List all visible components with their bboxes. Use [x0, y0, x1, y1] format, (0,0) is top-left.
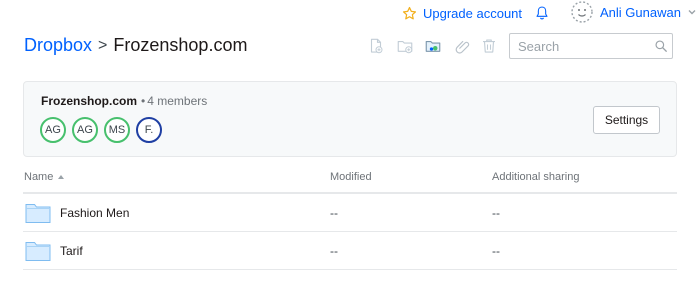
shared-folder-icon[interactable] — [424, 37, 442, 55]
file-name[interactable]: Tarif — [60, 244, 83, 258]
link-icon[interactable] — [453, 37, 471, 55]
folder-icon — [25, 204, 51, 223]
member-avatar[interactable]: AG — [40, 117, 66, 143]
table-row[interactable]: Tarif -- -- — [23, 232, 677, 270]
column-label: Name — [24, 171, 54, 183]
column-header-modified: Modified — [330, 171, 372, 183]
breadcrumb-root-link[interactable]: Dropbox — [24, 35, 92, 56]
member-avatar[interactable]: AG — [72, 117, 98, 143]
user-name: Anli Gunawan — [600, 4, 681, 20]
user-menu[interactable]: Anli Gunawan — [570, 0, 697, 24]
folder-members-panel: Frozenshop.com • 4 members AG AG MS F. Set… — [23, 81, 677, 157]
avatar — [571, 1, 593, 23]
members-count: 4 members — [147, 94, 208, 108]
file-name[interactable]: Fashion Men — [60, 206, 129, 220]
upgrade-account-link[interactable]: Upgrade account — [402, 4, 522, 22]
folder-info: Frozenshop.com • 4 members — [41, 94, 207, 108]
sort-ascending-icon — [58, 175, 65, 179]
new-folder-icon[interactable] — [396, 37, 414, 55]
modified-value: -- — [330, 244, 338, 258]
sharing-value: -- — [492, 244, 500, 258]
star-icon — [402, 6, 417, 19]
separator-dot: • — [141, 94, 146, 108]
settings-button[interactable]: Settings — [593, 106, 660, 134]
folder-name: Frozenshop.com — [41, 94, 138, 108]
search-icon[interactable] — [654, 39, 668, 53]
notifications-bell-icon[interactable] — [534, 4, 550, 22]
folder-icon — [25, 242, 51, 261]
sharing-value: -- — [492, 206, 500, 220]
upload-file-icon[interactable] — [367, 37, 385, 55]
delete-icon[interactable] — [480, 37, 498, 55]
search-input[interactable] — [516, 37, 650, 55]
member-avatar[interactable]: F. — [136, 117, 162, 143]
breadcrumb-separator: > — [98, 36, 108, 54]
member-avatars: AG AG MS F. — [40, 117, 162, 143]
upgrade-label: Upgrade account — [423, 5, 523, 21]
breadcrumb: Dropbox > Frozenshop.com — [24, 35, 247, 56]
column-header-name[interactable]: Name — [24, 171, 65, 183]
table-row[interactable]: Fashion Men -- -- — [23, 194, 677, 232]
member-avatar[interactable]: MS — [104, 117, 130, 143]
page-title: Frozenshop.com — [113, 35, 248, 55]
column-header-sharing: Additional sharing — [492, 171, 580, 183]
modified-value: -- — [330, 206, 338, 220]
search-box[interactable] — [509, 33, 673, 59]
chevron-down-icon — [688, 10, 696, 15]
